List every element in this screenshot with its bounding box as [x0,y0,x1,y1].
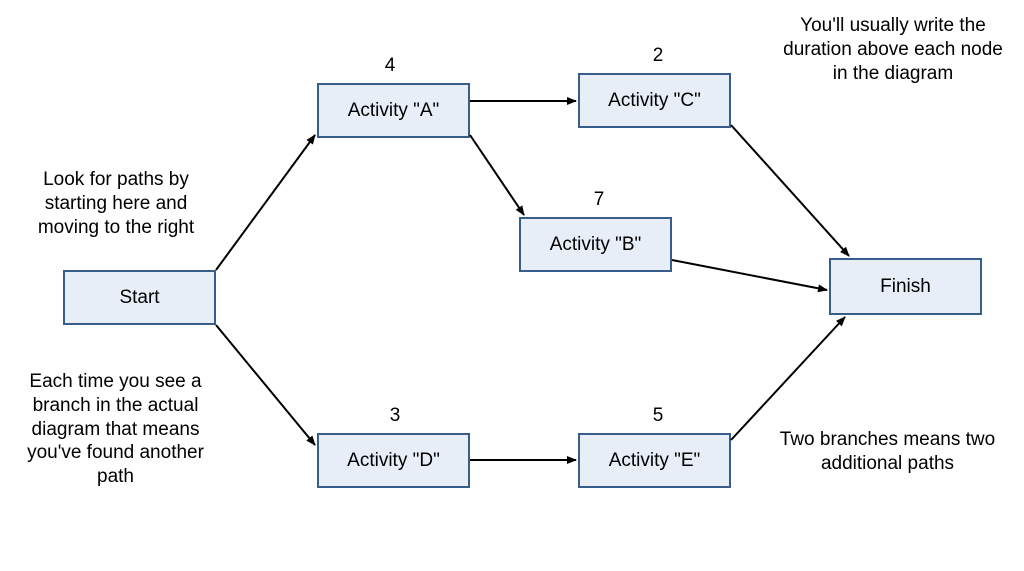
node-a: Activity "A" [317,83,470,138]
duration-d: 3 [375,405,415,427]
edge-a-b [470,135,524,215]
annotation-bottom-right: Two branches means two additional paths [775,428,1000,476]
edge-e-finish [731,317,845,440]
edge-start-a [216,135,315,270]
node-d-label: Activity "D" [347,450,440,472]
duration-b: 7 [579,189,619,211]
node-c: Activity "C" [578,73,731,128]
node-b-label: Activity "B" [550,234,642,256]
node-e: Activity "E" [578,433,731,488]
duration-a: 4 [370,55,410,77]
node-b: Activity "B" [519,217,672,272]
node-finish: Finish [829,258,982,315]
node-c-label: Activity "C" [608,90,701,112]
duration-e: 5 [638,405,678,427]
node-d: Activity "D" [317,433,470,488]
annotation-top-left: Look for paths by starting here and movi… [16,168,216,239]
node-start-label: Start [119,287,159,309]
node-finish-label: Finish [880,276,931,298]
node-a-label: Activity "A" [348,100,440,122]
edge-b-finish [672,260,827,290]
annotation-bottom-left: Each time you see a branch in the actual… [18,370,213,489]
edge-start-d [216,325,315,445]
annotation-top-right: You'll usually write the duration above … [783,14,1003,85]
node-start: Start [63,270,216,325]
edge-c-finish [731,125,849,256]
node-e-label: Activity "E" [609,450,701,472]
duration-c: 2 [638,45,678,67]
